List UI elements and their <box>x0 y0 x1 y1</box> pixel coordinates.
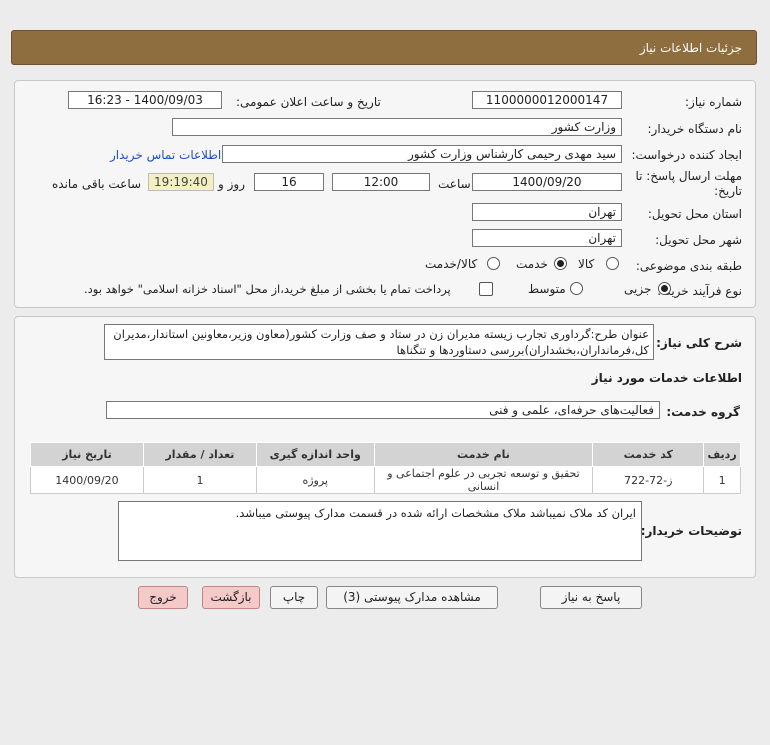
category-option-service: خدمت <box>516 257 548 271</box>
cell-quantity: 1 <box>142 466 257 494</box>
need-number-field: 1100000012000147 <box>472 91 622 109</box>
remaining-label: ساعت باقی مانده <box>52 177 142 191</box>
col-need-date: تاریخ نیاز <box>30 442 144 467</box>
category-radio-service[interactable] <box>554 257 567 270</box>
deadline-label: مهلت ارسال پاسخ: تا <box>635 169 742 183</box>
cell-service-name: تحقیق و توسعه تجربی در علوم اجتماعی و ان… <box>373 466 594 494</box>
buyer-org-label: نام دستگاه خریدار: <box>647 122 743 136</box>
city-label: شهر محل تحویل: <box>655 233 742 247</box>
reply-button[interactable]: پاسخ به نیاز <box>540 586 642 609</box>
services-heading: اطلاعات خدمات مورد نیاز <box>591 371 742 385</box>
cell-service-code: ز-72-722 <box>592 466 705 494</box>
province-label: استان محل تحویل: <box>647 207 742 221</box>
announce-field: 1400/09/03 - 16:23 <box>68 91 222 109</box>
table-header-row: ردیف کد خدمت نام خدمت واحد اندازه گیری ت… <box>30 442 741 467</box>
deadline-date-field: 1400/09/20 <box>472 173 622 191</box>
cell-row: 1 <box>703 466 741 494</box>
view-attachments-button[interactable]: مشاهده مدارک پیوستی (3) <box>326 586 498 609</box>
category-option-goods: کالا <box>578 257 595 271</box>
services-table: ردیف کد خدمت نام خدمت واحد اندازه گیری ت… <box>30 442 741 494</box>
col-service-code: کد خدمت <box>592 442 705 467</box>
contact-buyer-link[interactable]: اطلاعات تماس خریدار <box>110 148 221 162</box>
process-option-medium: متوسط <box>528 282 566 296</box>
days-field: 16 <box>254 173 324 191</box>
col-unit: واحد اندازه گیری <box>255 442 375 467</box>
announce-label: تاریخ و ساعت اعلان عمومی: <box>236 95 381 109</box>
page-title: جزئیات اطلاعات نیاز <box>639 41 742 55</box>
need-info-panel <box>14 80 756 308</box>
buyer-notes-label: توضیحات خریدار: <box>640 524 742 538</box>
process-radio-minor[interactable] <box>658 282 671 295</box>
category-label: طبقه بندی موضوعی: <box>635 259 742 273</box>
col-row: ردیف <box>703 442 741 467</box>
city-field: تهران <box>472 229 622 247</box>
creator-label: ایجاد کننده درخواست: <box>631 148 742 162</box>
need-number-label: شماره نیاز: <box>685 95 742 109</box>
cell-unit: پروژه <box>255 466 375 494</box>
buyer-notes-field: ایران کد ملاک نمیباشد ملاک مشخصات ارائه … <box>118 501 642 561</box>
deadline-time-field: 12:00 <box>332 173 430 191</box>
table-row: 1 ز-72-722 تحقیق و توسعه تجربی در علوم ا… <box>30 466 741 494</box>
summary-label: شرح کلی نیاز: <box>656 336 742 350</box>
cell-need-date: 1400/09/20 <box>30 466 144 494</box>
category-radio-goods-service[interactable] <box>487 257 500 270</box>
deadline-time-label: ساعت <box>438 177 471 191</box>
service-group-field: فعالیت‌های حرفه‌ای، علمی و فنی <box>106 401 660 419</box>
category-option-goods-service: کالا/خدمت <box>425 257 478 271</box>
province-field: تهران <box>472 203 622 221</box>
service-group-label: گروه خدمت: <box>666 405 740 419</box>
days-label: روز و <box>218 177 245 191</box>
back-button[interactable]: بازگشت <box>202 586 260 609</box>
col-quantity: تعداد / مقدار <box>142 442 257 467</box>
treasury-payment-text: پرداخت تمام یا بخشی از مبلغ خرید،از محل … <box>84 282 451 296</box>
page-header: جزئیات اطلاعات نیاز <box>11 30 757 65</box>
process-radio-medium[interactable] <box>570 282 583 295</box>
deadline-date-label: تاریخ: <box>714 184 742 198</box>
creator-field: سید مهدی رحیمی کارشناس وزارت کشور <box>222 145 622 163</box>
buyer-org-field: وزارت کشور <box>172 118 622 136</box>
summary-field: عنوان طرح:گرداوری تجارب زیسته مدیران زن … <box>104 324 654 360</box>
category-radio-goods[interactable] <box>606 257 619 270</box>
print-button[interactable]: چاپ <box>270 586 318 609</box>
remaining-time-field: 19:19:40 <box>148 173 214 191</box>
process-option-minor: جزیی <box>624 282 652 296</box>
col-service-name: نام خدمت <box>373 442 594 467</box>
exit-button[interactable]: خروج <box>138 586 188 609</box>
treasury-payment-checkbox[interactable] <box>479 282 493 296</box>
